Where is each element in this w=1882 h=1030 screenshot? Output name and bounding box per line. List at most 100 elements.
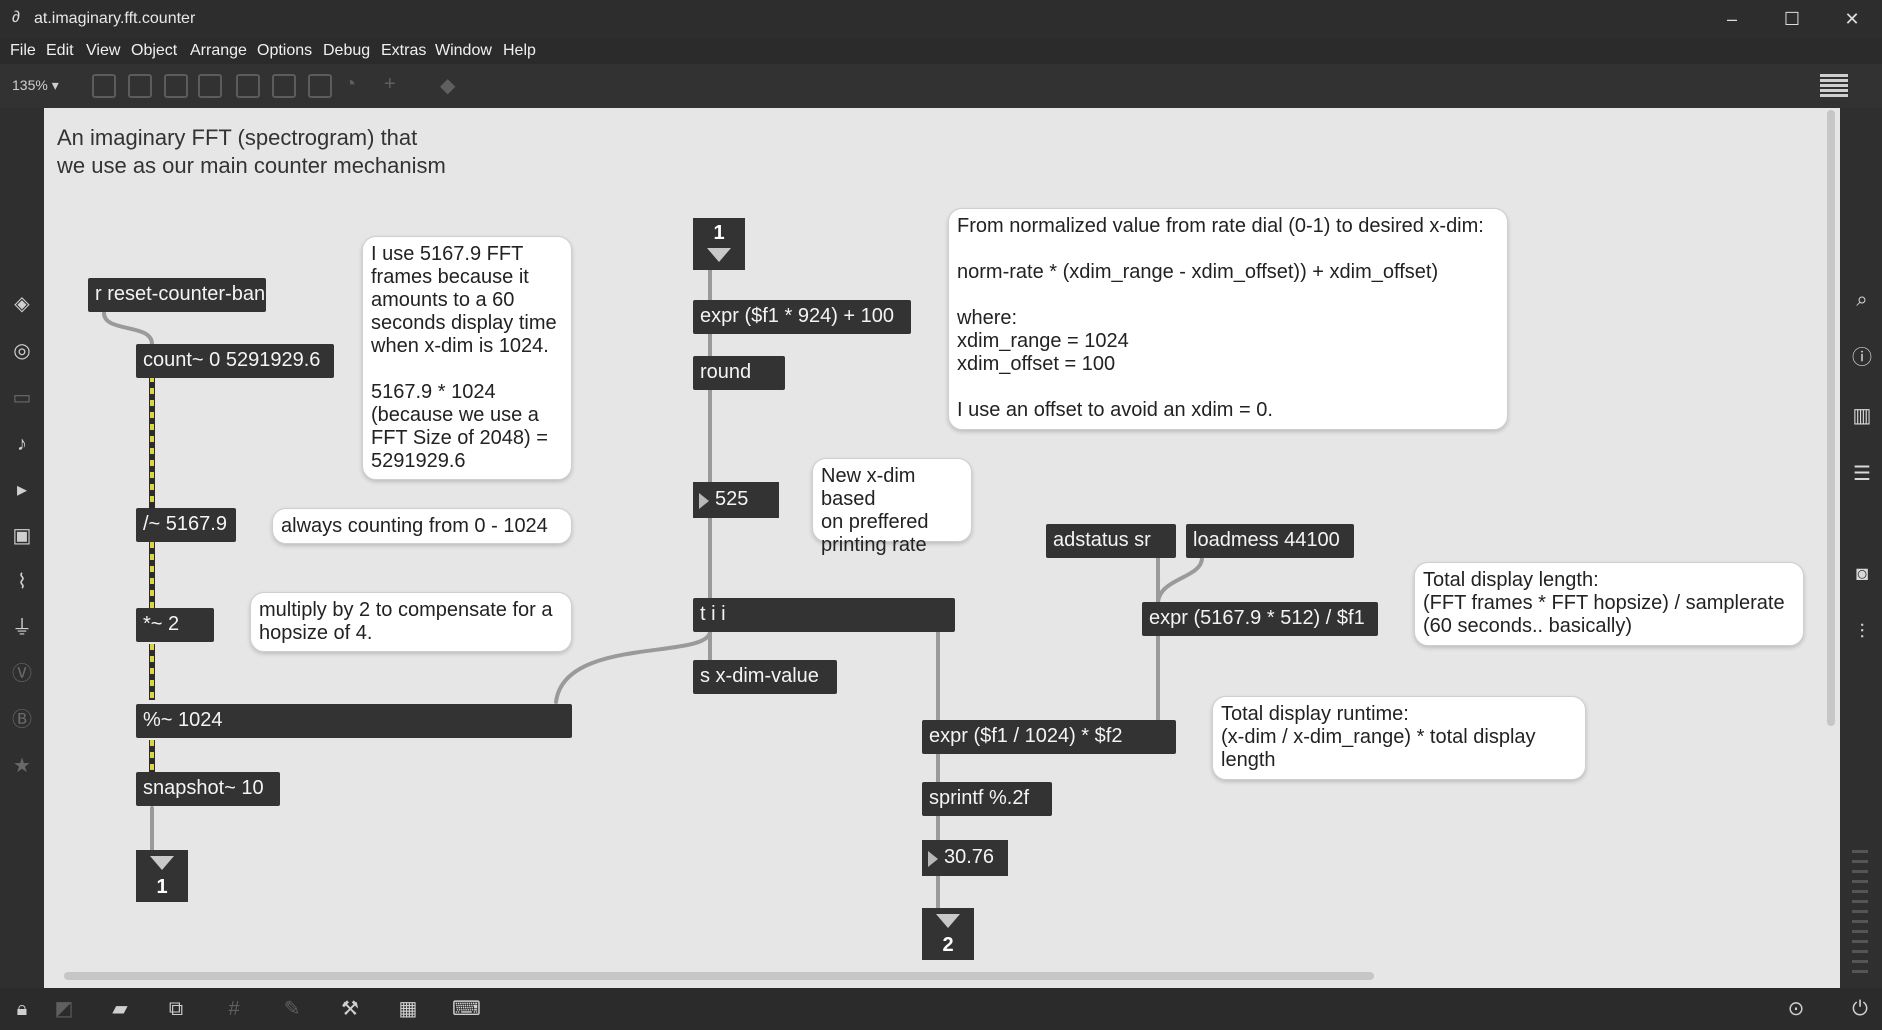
new-comment-icon[interactable] [164, 74, 188, 98]
expr-total-length-object[interactable]: expr (5167.9 * 512) / $f1 [1142, 602, 1378, 636]
transport-play-icon[interactable]: ⊙ [1784, 998, 1808, 1020]
snapshot-signal-object[interactable]: snapshot~ 10 [136, 772, 280, 806]
number-triangle-icon [928, 851, 938, 867]
windows-icon[interactable]: ⧉ [164, 998, 188, 1020]
xdim-number-box[interactable]: 525 [693, 482, 779, 518]
lock-icon[interactable]: 🔒︎ [10, 998, 34, 1020]
menu-edit[interactable]: Edit [46, 42, 74, 60]
comment-icon[interactable]: ▰ [108, 998, 132, 1020]
plug-icon[interactable]: ⏚ [10, 616, 34, 640]
trigger-object[interactable]: t i i [693, 598, 955, 632]
info-icon[interactable]: ⓘ [1850, 346, 1874, 370]
v-icon[interactable]: Ⓥ [10, 662, 34, 686]
runtime-number-box[interactable]: 30.76 [922, 840, 1008, 876]
wrench-icon[interactable]: ⚒ [338, 998, 362, 1020]
grid-icon[interactable]: # [222, 998, 246, 1020]
package-icon[interactable]: ◈ [10, 292, 34, 316]
menu-arrange[interactable]: Arrange [190, 42, 247, 60]
count-signal-object[interactable]: count~ 0 5291929.6 [136, 344, 334, 378]
piano-icon[interactable]: ▦ [396, 998, 420, 1020]
total-runtime-comment: Total display runtime: (x-dim / x-dim_ra… [1212, 696, 1586, 780]
target-icon[interactable]: ◎ [10, 339, 34, 363]
menu-bar: File Edit View Object Arrange Options De… [0, 38, 1882, 64]
total-length-comment: Total display length: (FFT frames * FFT … [1414, 562, 1804, 646]
multiply-signal-object[interactable]: *~ 2 [136, 608, 214, 642]
window-title: at.imaginary.fft.counter [34, 10, 196, 27]
search-icon[interactable]: ⌕ [1850, 288, 1874, 312]
formula-comment: From normalized value from rate dial (0-… [948, 208, 1508, 430]
audio-level-meter [1848, 840, 1872, 990]
paperclip-icon[interactable]: ⌇ [10, 570, 34, 594]
b-icon[interactable]: Ⓑ [10, 708, 34, 732]
keyboard-icon[interactable]: ⌨ [452, 998, 481, 1020]
title-bar: ∂ at.imaginary.fft.counter – ☐ ✕ [0, 0, 1882, 38]
vertical-scrollbar[interactable] [1827, 110, 1835, 726]
horizontal-scrollbar[interactable] [64, 972, 1374, 980]
runtime-number-value: 30.76 [944, 846, 995, 868]
outlet-arrow-icon [150, 856, 174, 870]
image-icon[interactable]: ▣ [10, 524, 34, 548]
outlet-2-number: 2 [942, 934, 954, 956]
inlet-1[interactable]: 1 [693, 218, 745, 270]
menu-window[interactable]: Window [435, 42, 492, 60]
fft-frames-comment: I use 5167.9 FFT frames because it amoun… [362, 236, 572, 480]
panel-icon[interactable]: ▭ [10, 386, 34, 410]
mixer-icon[interactable]: ⫶ [1850, 620, 1874, 644]
minimize-button[interactable]: – [1704, 0, 1760, 38]
receive-object[interactable]: r reset-counter-bang [88, 278, 266, 312]
power-icon[interactable]: ⏻ [1848, 998, 1872, 1020]
patcher-canvas[interactable]: An imaginary FFT (spectrogram) that we u… [44, 108, 1840, 988]
menu-help[interactable]: Help [503, 42, 536, 60]
outlet-arrow-icon [936, 914, 960, 928]
maximize-button[interactable]: ☐ [1764, 0, 1820, 38]
inlet-1-number: 1 [713, 222, 725, 244]
play-list-icon[interactable]: ▸ [10, 478, 34, 502]
list-icon[interactable]: ☰ [1850, 462, 1874, 486]
new-dial-icon[interactable]: ◔ [344, 73, 356, 96]
send-object[interactable]: s x-dim-value [693, 660, 837, 694]
menu-debug[interactable]: Debug [323, 42, 370, 60]
new-number-icon[interactable] [272, 74, 296, 98]
music-note-icon[interactable]: ♪ [10, 432, 34, 456]
star-icon[interactable]: ★ [10, 754, 34, 778]
new-button-icon[interactable] [198, 74, 222, 98]
menu-view[interactable]: View [86, 42, 120, 60]
new-xdim-comment: New x-dim based on preffered printing ra… [812, 458, 972, 556]
menu-extras[interactable]: Extras [381, 42, 426, 60]
inlet-arrow-icon [707, 248, 731, 262]
number-triangle-icon [699, 493, 709, 509]
patcher-inspector-icon[interactable] [1820, 74, 1848, 98]
zoom-dropdown[interactable]: 135% ▾ [12, 77, 59, 94]
xdim-number-value: 525 [715, 488, 749, 510]
new-message-icon[interactable] [128, 74, 152, 98]
menu-object[interactable]: Object [131, 42, 177, 60]
outlet-1[interactable]: 1 [136, 850, 188, 902]
new-slider-icon[interactable] [308, 74, 332, 98]
expr-runtime-object[interactable]: expr ($f1 / 1024) * $f2 [922, 720, 1176, 754]
outlet-2[interactable]: 2 [922, 908, 974, 960]
left-sidebar: ◈ ◎ ▭ ♪ ▸ ▣ ⌇ ⏚ Ⓥ Ⓑ ★ [0, 108, 44, 988]
round-object[interactable]: round [693, 356, 785, 390]
paint-bucket-icon[interactable]: ◆ [440, 73, 455, 98]
reference-icon[interactable]: ▥ [1850, 404, 1874, 428]
add-icon[interactable]: + [384, 73, 396, 96]
menu-options[interactable]: Options [257, 42, 312, 60]
new-toggle-icon[interactable] [236, 74, 260, 98]
modulo-signal-object[interactable]: %~ 1024 [136, 704, 572, 738]
counting-comment: always counting from 0 - 1024 [272, 508, 572, 544]
snapshot-icon[interactable]: ◙ [1850, 562, 1874, 586]
new-object-icon[interactable] [92, 74, 116, 98]
adstatus-object[interactable]: adstatus sr [1046, 524, 1176, 558]
loadmess-object[interactable]: loadmess 44100 [1186, 524, 1354, 558]
expr-rate-object[interactable]: expr ($f1 * 924) + 100 [693, 300, 911, 334]
close-button[interactable]: ✕ [1824, 0, 1880, 38]
divide-signal-object[interactable]: /~ 5167.9 [136, 508, 236, 542]
patch-title: An imaginary FFT (spectrogram) that we u… [57, 124, 446, 180]
max-app-icon: ∂ [12, 9, 20, 26]
sprintf-object[interactable]: sprintf %.2f [922, 782, 1052, 816]
presentation-icon[interactable]: ◩ [52, 998, 76, 1020]
snap-icon[interactable]: ✎ [280, 998, 304, 1020]
menu-file[interactable]: File [10, 42, 36, 60]
patch-title-line2: we use as our main counter mechanism [57, 153, 446, 178]
max-patcher-window: ∂ at.imaginary.fft.counter – ☐ ✕ File Ed… [0, 0, 1882, 1030]
